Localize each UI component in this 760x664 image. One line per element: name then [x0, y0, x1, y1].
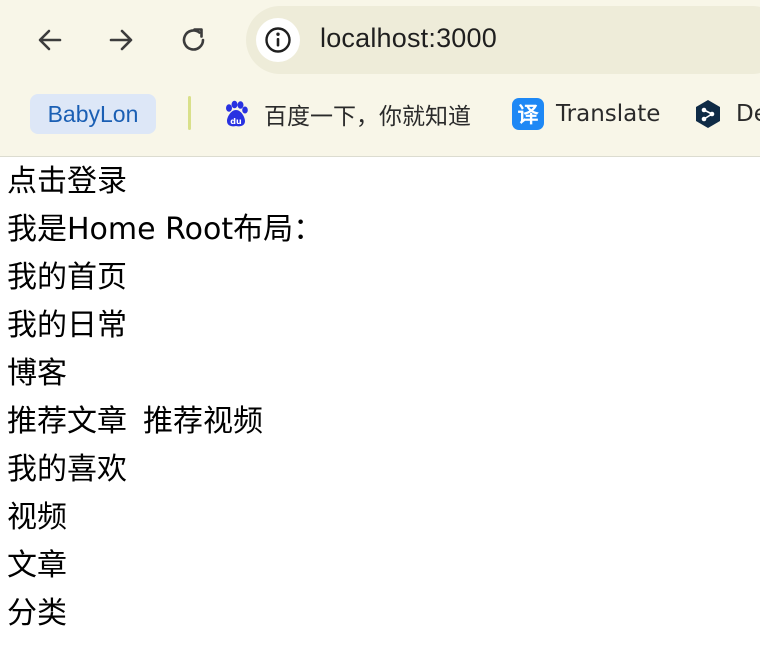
translate-icon: 译 — [512, 98, 544, 130]
blog-row: 博客 — [7, 350, 747, 398]
bookmark-baidu-label: 百度一下，你就知道 — [264, 104, 471, 130]
site-info-button[interactable] — [256, 18, 300, 62]
layout-heading: 我是Home Root布局： — [7, 212, 324, 247]
category-link[interactable]: 分类 — [7, 596, 67, 631]
likes-row: 我的喜欢 — [7, 446, 747, 494]
back-arrow-icon — [38, 29, 62, 51]
page-content: 点击登录 我是Home Root布局： 我的首页 我的日常 博客 推荐文章 推荐视… — [7, 158, 747, 638]
likes-link[interactable]: 我的喜欢 — [7, 452, 127, 487]
bookmark-folder-label: BabyLon — [47, 100, 139, 127]
browser-toolbar: localhost:3000 BabyLon du 百度一下，你就知道 译 Tr… — [0, 0, 760, 157]
recommend-videos-link[interactable]: 推荐视频 — [143, 404, 263, 439]
articles-row: 文章 — [7, 542, 747, 590]
baidu-paw-icon: du — [220, 98, 252, 130]
bookmark-folder-babylon[interactable]: BabyLon — [30, 94, 156, 134]
recommend-articles-link[interactable]: 推荐文章 — [7, 404, 127, 439]
bookmark-baidu[interactable]: du 百度一下，你就知道 — [220, 96, 471, 132]
videos-link[interactable]: 视频 — [7, 500, 67, 535]
recommend-row: 推荐文章 推荐视频 — [7, 398, 747, 446]
bookmark-translate[interactable]: 译 Translate — [512, 96, 660, 132]
forward-button[interactable] — [101, 20, 141, 60]
reload-button[interactable] — [174, 20, 214, 60]
address-bar[interactable]: localhost:3000 — [246, 6, 760, 74]
category-row: 分类 — [7, 590, 747, 638]
translate-icon-glyph: 译 — [512, 98, 544, 130]
svg-text:du: du — [230, 117, 242, 126]
blog-link[interactable]: 博客 — [7, 356, 67, 391]
login-link[interactable]: 点击登录 — [7, 164, 127, 199]
videos-row: 视频 — [7, 494, 747, 542]
deepl-icon — [692, 98, 724, 130]
browser-window: localhost:3000 BabyLon du 百度一下，你就知道 译 Tr… — [0, 0, 760, 664]
url-text[interactable]: localhost:3000 — [320, 23, 497, 54]
bookmark-translate-label: Translate — [556, 101, 661, 127]
daily-row: 我的日常 — [7, 302, 747, 350]
reload-icon — [182, 28, 205, 51]
bookmark-deepl-label: De — [736, 101, 760, 127]
back-button[interactable] — [30, 20, 70, 60]
bookmarks-bar: BabyLon du 百度一下，你就知道 译 Translate D — [0, 92, 760, 136]
bookmark-separator — [188, 96, 191, 130]
articles-link[interactable]: 文章 — [7, 548, 67, 583]
home-link[interactable]: 我的首页 — [7, 260, 127, 295]
daily-link[interactable]: 我的日常 — [7, 308, 127, 343]
home-row: 我的首页 — [7, 254, 747, 302]
forward-arrow-icon — [109, 29, 133, 51]
bookmark-deepl[interactable]: De — [692, 96, 760, 132]
info-icon — [265, 27, 291, 53]
login-row: 点击登录 — [7, 158, 747, 206]
